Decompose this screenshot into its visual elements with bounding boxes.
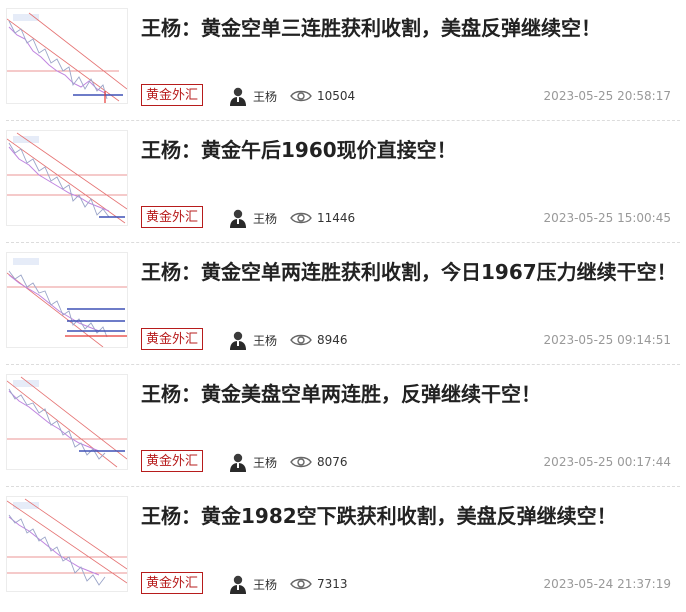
publish-date: 2023-05-25 00:17:44: [543, 455, 671, 469]
divider: [6, 120, 680, 121]
author-link[interactable]: 王杨: [229, 328, 277, 352]
publish-date: 2023-05-25 09:14:51: [543, 333, 671, 347]
author-name: 王杨: [253, 333, 278, 348]
article-title[interactable]: 王杨：黄金空单三连胜获利收割，美盘反弹继续空！: [141, 13, 681, 43]
view-count: 10504: [317, 89, 356, 103]
divider: [6, 364, 680, 365]
author-name: 王杨: [253, 455, 278, 470]
article-title[interactable]: 王杨：黄金空单两连胜获利收割，今日1967压力继续干空！: [141, 257, 681, 287]
article-title[interactable]: 王杨：黄金午后1960现价直接空！: [141, 135, 681, 165]
view-count: 8946: [317, 333, 348, 347]
article-thumbnail[interactable]: [6, 252, 128, 348]
category-tag[interactable]: 黄金外汇: [141, 206, 203, 228]
article-thumbnail[interactable]: [6, 8, 128, 104]
article-item[interactable]: 王杨：黄金空单三连胜获利收割，美盘反弹继续空！ 黄金外汇 王杨 10504 20…: [0, 0, 686, 121]
category-tag[interactable]: 黄金外汇: [141, 328, 203, 350]
author-name: 王杨: [253, 89, 278, 104]
article-item[interactable]: 王杨：黄金午后1960现价直接空！ 黄金外汇 王杨 11446 2023-05-…: [0, 122, 686, 243]
publish-date: 2023-05-25 20:58:17: [543, 89, 671, 103]
eye-icon: [290, 455, 312, 469]
avatar: [229, 208, 247, 228]
eye-icon: [290, 211, 312, 225]
view-count: 7313: [317, 577, 348, 591]
author-name: 王杨: [253, 211, 278, 226]
eye-icon: [290, 89, 312, 103]
view-count: 11446: [317, 211, 356, 225]
author-link[interactable]: 王杨: [229, 84, 277, 108]
chart-thumbnail-image: [7, 258, 127, 347]
chart-thumbnail-image: [7, 132, 127, 224]
chart-thumbnail-image: [7, 376, 127, 468]
eye-icon: [290, 577, 312, 591]
article-item[interactable]: 王杨：黄金1982空下跌获利收割，美盘反弹继续空！ 黄金外汇 王杨 7313 2…: [0, 488, 686, 609]
author-link[interactable]: 王杨: [229, 206, 277, 230]
article-list: 王杨：黄金空单三连胜获利收割，美盘反弹继续空！ 黄金外汇 王杨 10504 20…: [0, 0, 686, 612]
avatar: [229, 86, 247, 106]
article-item[interactable]: 王杨：黄金美盘空单两连胜，反弹继续干空！ 黄金外汇 王杨 8076 2023-0…: [0, 366, 686, 487]
category-tag[interactable]: 黄金外汇: [141, 84, 203, 106]
article-thumbnail[interactable]: [6, 496, 128, 592]
view-count: 8076: [317, 455, 348, 469]
view-counter: 8946: [290, 328, 348, 352]
divider: [6, 486, 680, 487]
article-thumbnail[interactable]: [6, 374, 128, 470]
view-counter: 8076: [290, 450, 348, 474]
author-name: 王杨: [253, 577, 278, 592]
view-counter: 11446: [290, 206, 355, 230]
category-tag[interactable]: 黄金外汇: [141, 572, 203, 594]
article-item[interactable]: 王杨：黄金空单两连胜获利收割，今日1967压力继续干空！ 黄金外汇 王杨 894…: [0, 244, 686, 365]
category-tag[interactable]: 黄金外汇: [141, 450, 203, 472]
view-counter: 7313: [290, 572, 348, 596]
author-link[interactable]: 王杨: [229, 572, 277, 596]
view-counter: 10504: [290, 84, 355, 108]
publish-date: 2023-05-24 21:37:19: [543, 577, 671, 591]
avatar: [229, 330, 247, 350]
chart-thumbnail-image: [7, 12, 127, 103]
article-thumbnail[interactable]: [6, 130, 128, 226]
avatar: [229, 574, 247, 594]
article-title[interactable]: 王杨：黄金1982空下跌获利收割，美盘反弹继续空！: [141, 501, 681, 531]
publish-date: 2023-05-25 15:00:45: [543, 211, 671, 225]
avatar: [229, 452, 247, 472]
article-title[interactable]: 王杨：黄金美盘空单两连胜，反弹继续干空！: [141, 379, 681, 409]
author-link[interactable]: 王杨: [229, 450, 277, 474]
divider: [6, 242, 680, 243]
eye-icon: [290, 333, 312, 347]
chart-thumbnail-image: [7, 498, 127, 586]
